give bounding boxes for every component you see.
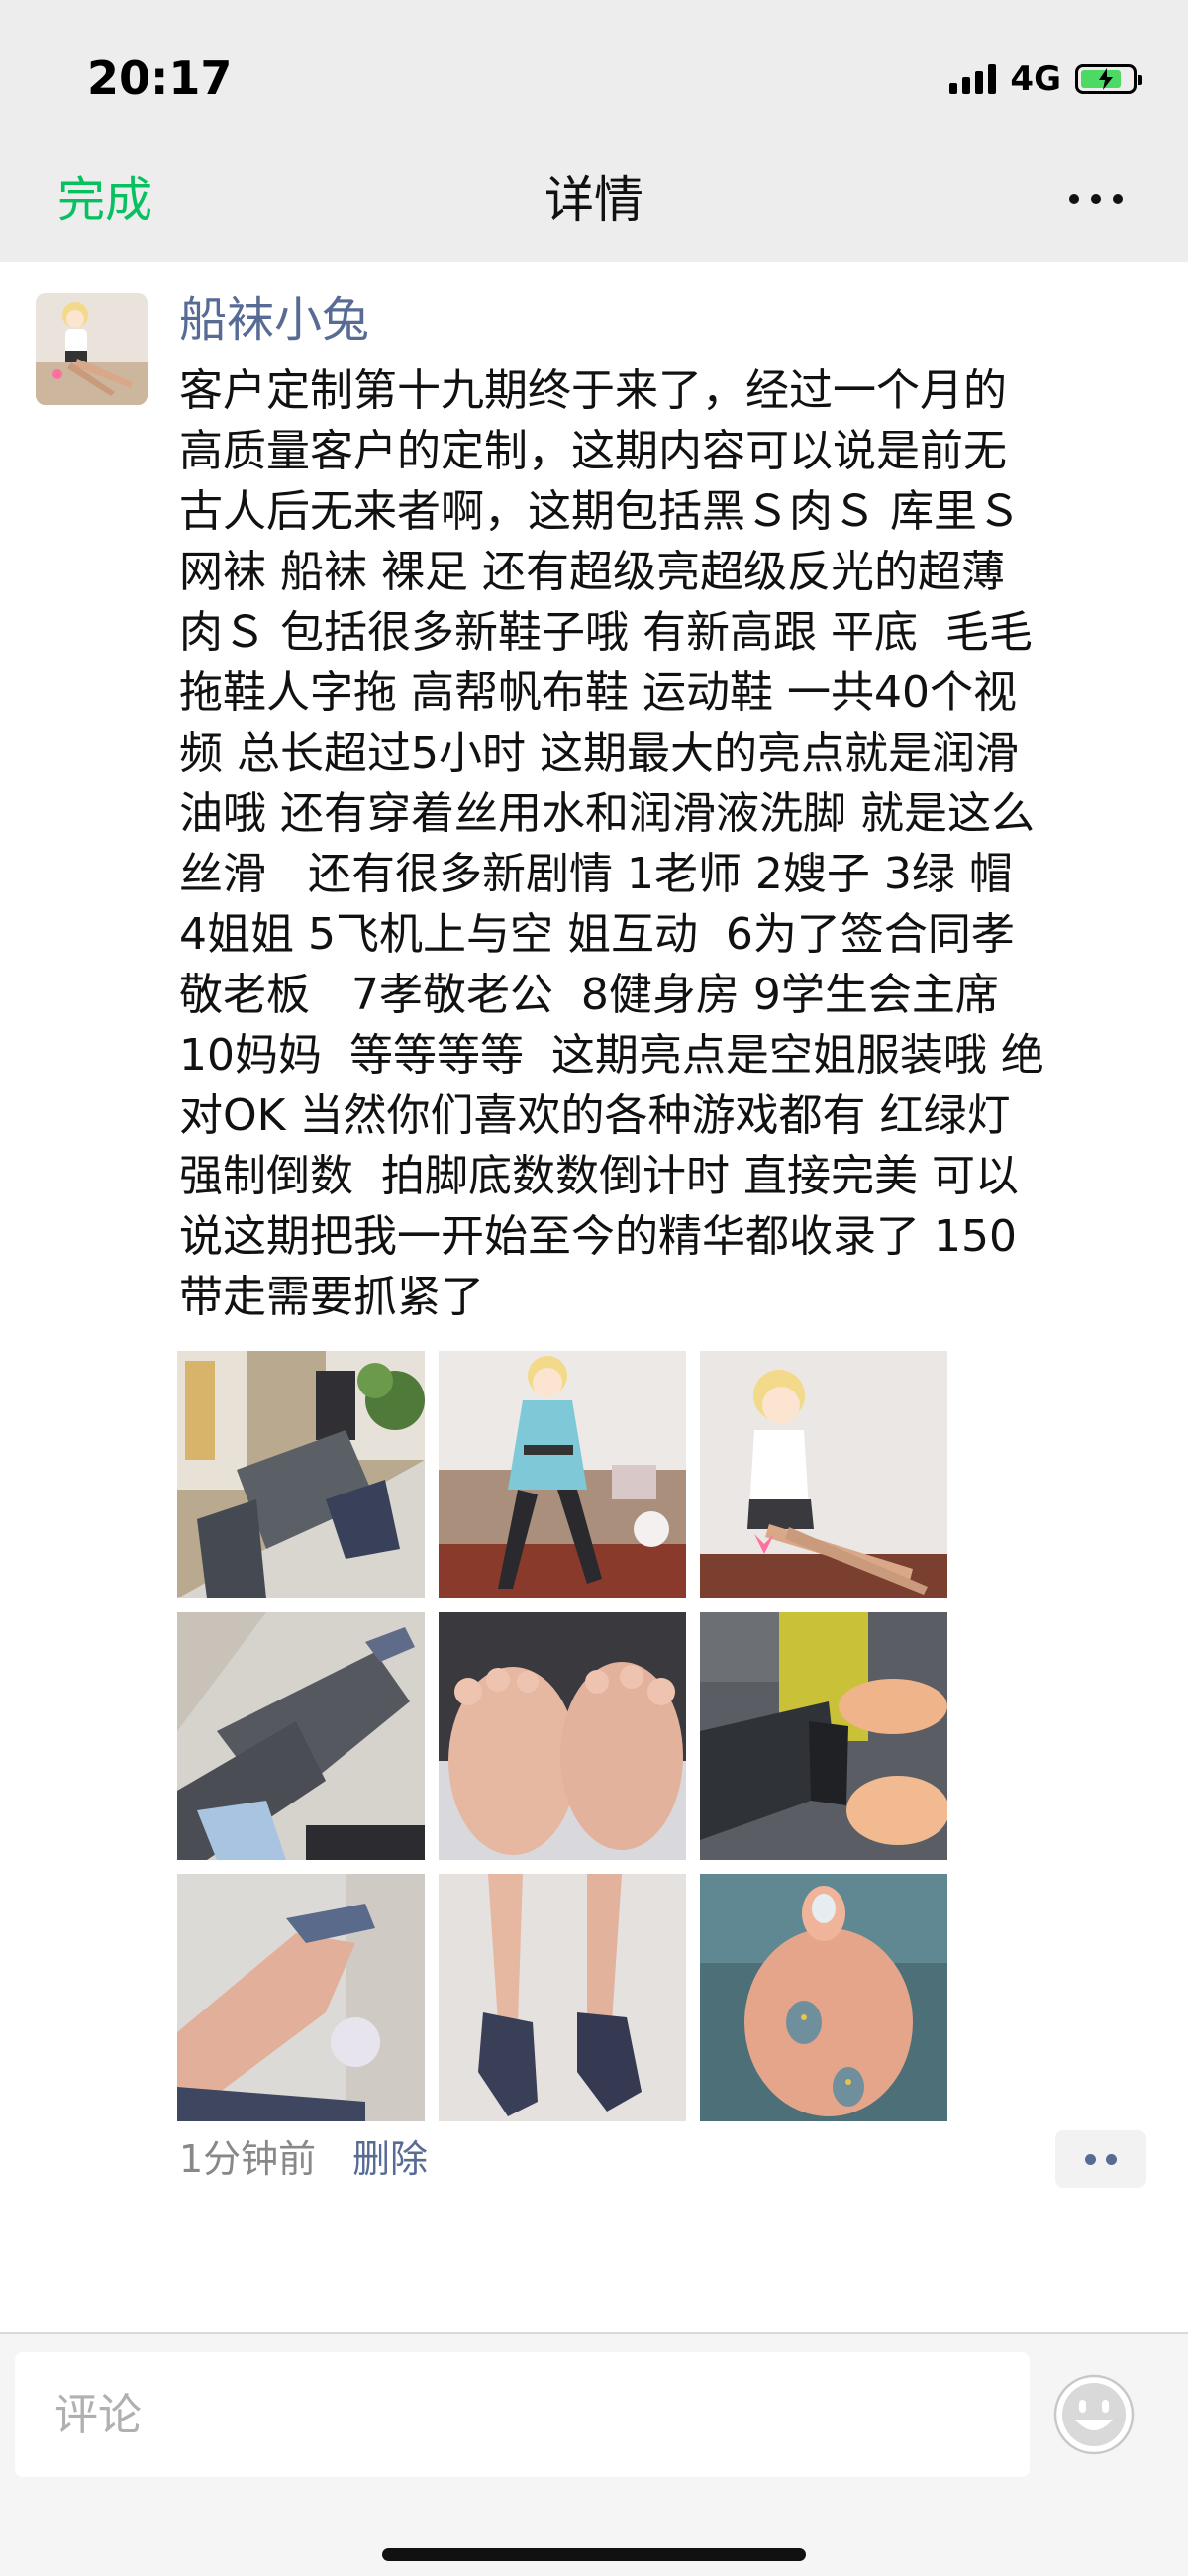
status-time: 20:17 [87, 52, 233, 105]
photo-9[interactable] [700, 1874, 947, 2121]
photo-2[interactable] [439, 1351, 686, 1598]
post-time: 1分钟前 [179, 2137, 317, 2181]
photo-6[interactable] [700, 1612, 947, 1860]
avatar[interactable] [36, 293, 148, 405]
emoji-icon[interactable] [1053, 2374, 1135, 2455]
avatar-image [36, 293, 148, 405]
post-text: 客户定制第十九期终于来了，经过一个月的 高质量客户的定制，这期内容可以说是前无 … [179, 365, 1044, 1322]
photo-8[interactable] [439, 1874, 686, 2121]
comment-input[interactable] [15, 2352, 1030, 2477]
charging-bolt-icon [1099, 68, 1113, 90]
photo-4[interactable] [177, 1612, 425, 1860]
delete-link[interactable]: 删除 [352, 2129, 428, 2189]
photo-3[interactable] [700, 1351, 947, 1598]
photo-5[interactable] [439, 1612, 686, 1860]
network-label: 4G [1010, 59, 1061, 99]
photo-7[interactable] [177, 1874, 425, 2121]
status-indicators: 4G [949, 57, 1142, 101]
battery-icon [1075, 64, 1142, 94]
author-name[interactable]: 船袜小兔 [179, 287, 369, 353]
photo-grid [177, 1351, 955, 2121]
home-indicator [382, 2548, 806, 2561]
top-bar: 20:17 4G 完成 详情 [0, 0, 1188, 262]
like-comment-button[interactable] [1055, 2130, 1146, 2188]
comment-bar [0, 2332, 1188, 2576]
photo-1[interactable] [177, 1351, 425, 1598]
signal-icon [949, 64, 997, 94]
page-title: 详情 [544, 171, 644, 229]
more-icon[interactable] [1069, 194, 1123, 204]
